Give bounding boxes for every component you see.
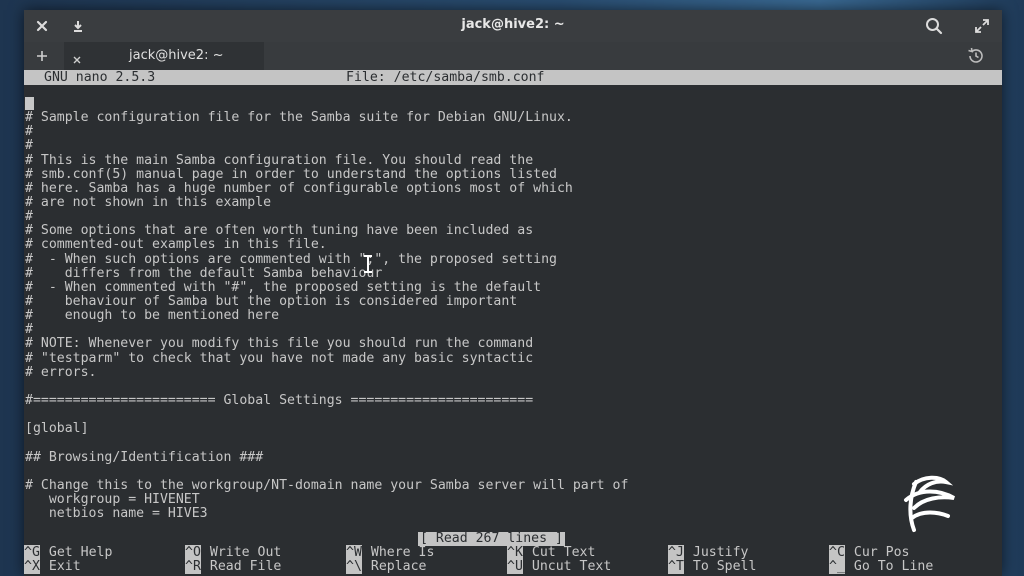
file-line: # behaviour of Samba but the option is c… [25,293,518,309]
shortcut-label: Read File [209,559,282,574]
file-line: # Some options that are often worth tuni… [25,223,534,239]
file-line [25,97,995,111]
file-line: workgroup = HIVENET [25,491,200,507]
shortcut-item[interactable]: ^W Where Is [346,545,435,560]
shortcut-label: Cur Pos [853,545,910,560]
file-line: # Change this to the workgroup/NT-domain… [25,477,629,493]
search-icon [926,18,943,35]
title-bar[interactable]: jack@hive2: ~ [24,10,1002,42]
file-line: # differs from the default Samba behavio… [25,265,383,281]
file-line: # smb.conf(5) manual page in order to un… [25,166,557,182]
file-line: [global] [25,421,89,437]
file-line: # [25,138,33,154]
shortcut-label: Write Out [209,545,282,560]
file-line: #======================= Global Settings… [25,392,534,408]
close-icon [73,56,81,64]
shortcut-item[interactable]: ^J Justify [668,545,749,560]
file-line [25,436,995,450]
shortcut-item[interactable]: ^_ Go To Line [829,559,934,574]
shortcut-label: Cut Text [531,545,596,560]
shortcut-key: ^T [668,559,684,574]
channel-logo-icon [904,475,955,532]
shortcut-item[interactable]: ^R Read File [185,559,282,574]
nano-shortcut-bar: ^G Get Help ^O Write Out ^W Where Is ^K Cut Tex… [24,545,1002,576]
shortcut-key: ^O [185,545,201,560]
tab-close-button[interactable] [72,50,82,69]
file-text-area[interactable]: # Sample configuration file for the Samb… [25,97,995,521]
shortcut-item[interactable]: ^\ Replace [346,559,427,574]
file-line: # [25,209,33,225]
search-button[interactable] [924,16,944,36]
new-tab-button[interactable] [32,46,52,66]
nano-file-name: File: /etc/samba/smb.conf [346,70,545,85]
shortcut-label: To Spell [692,559,757,574]
shortcut-item[interactable]: ^C Cur Pos [829,545,910,560]
file-line: # here. Samba has a huge number of confi… [25,180,573,196]
file-line [25,408,995,422]
editor-cursor [25,97,34,110]
file-line: # commented-out examples in this file. [25,237,327,253]
tab-terminal[interactable]: jack@hive2: ~ [64,42,264,70]
file-line: # NOTE: Whenever you modify this file yo… [25,336,534,352]
plus-icon [37,51,47,61]
shortcut-label: Where Is [370,545,435,560]
shortcut-item[interactable]: ^O Write Out [185,545,282,560]
file-line: # enough to be mentioned here [25,308,280,324]
terminal-window: jack@hive2: ~ jack@hive2: ~ GNU nano 2.5… [24,10,1002,576]
shortcut-key: ^G [24,545,40,560]
shortcut-item[interactable]: ^X Exit [24,559,81,574]
shortcut-key: ^X [24,559,40,574]
shortcut-label: Get Help [48,545,113,560]
shortcut-key: ^U [507,559,523,574]
file-line [25,380,995,394]
file-line: # This is the main Samba configuration f… [25,152,534,168]
file-line: ## Browsing/Identification ### [25,449,264,465]
nano-header-bar: GNU nano 2.5.3 File: /etc/samba/smb.conf [24,70,1002,85]
shortcut-key: ^J [668,545,684,560]
tab-bar: jack@hive2: ~ [24,42,1002,70]
maximize-button[interactable] [972,16,992,36]
file-line: # [25,322,33,338]
shortcut-key: ^_ [829,559,845,574]
shortcut-item[interactable]: ^K Cut Text [507,545,596,560]
tab-label: jack@hive2: ~ [129,48,224,63]
shortcut-label: Exit [48,559,81,574]
file-line [25,465,995,479]
shortcut-label: Uncut Text [531,559,612,574]
file-line: # - When commented with "#", the propose… [25,279,542,295]
text-cursor-icon [364,255,372,273]
shortcut-item[interactable]: ^T To Spell [668,559,757,574]
shortcut-item[interactable]: ^U Uncut Text [507,559,612,574]
nano-status-message: [ Read 267 lines ] [418,531,565,546]
file-line: # are not shown in this example [25,194,272,210]
shortcut-key: ^W [346,545,362,560]
shortcut-key: ^K [507,545,523,560]
history-icon [968,47,983,63]
shortcut-label: Go To Line [853,559,934,574]
file-line: # errors. [25,364,97,380]
maximize-icon [975,19,989,33]
shortcut-item[interactable]: ^G Get Help [24,545,113,560]
window-title: jack@hive2: ~ [461,17,565,32]
shortcut-key: ^R [185,559,201,574]
shortcut-key: ^C [829,545,845,560]
shortcut-label: Replace [370,559,427,574]
shortcut-key: ^\ [346,559,362,574]
file-line: # - When such options are commented with… [25,251,557,267]
file-line: # Sample configuration file for the Samb… [25,110,573,126]
nano-version: GNU nano 2.5.3 [44,70,156,85]
history-button[interactable] [966,46,986,70]
file-line: # "testparm" to check that you have not … [25,350,534,366]
shortcut-label: Justify [692,545,749,560]
terminal-content[interactable]: GNU nano 2.5.3 File: /etc/samba/smb.conf… [24,70,1002,576]
file-line: netbios name = HIVE3 [25,506,208,522]
file-line: # [25,124,33,140]
